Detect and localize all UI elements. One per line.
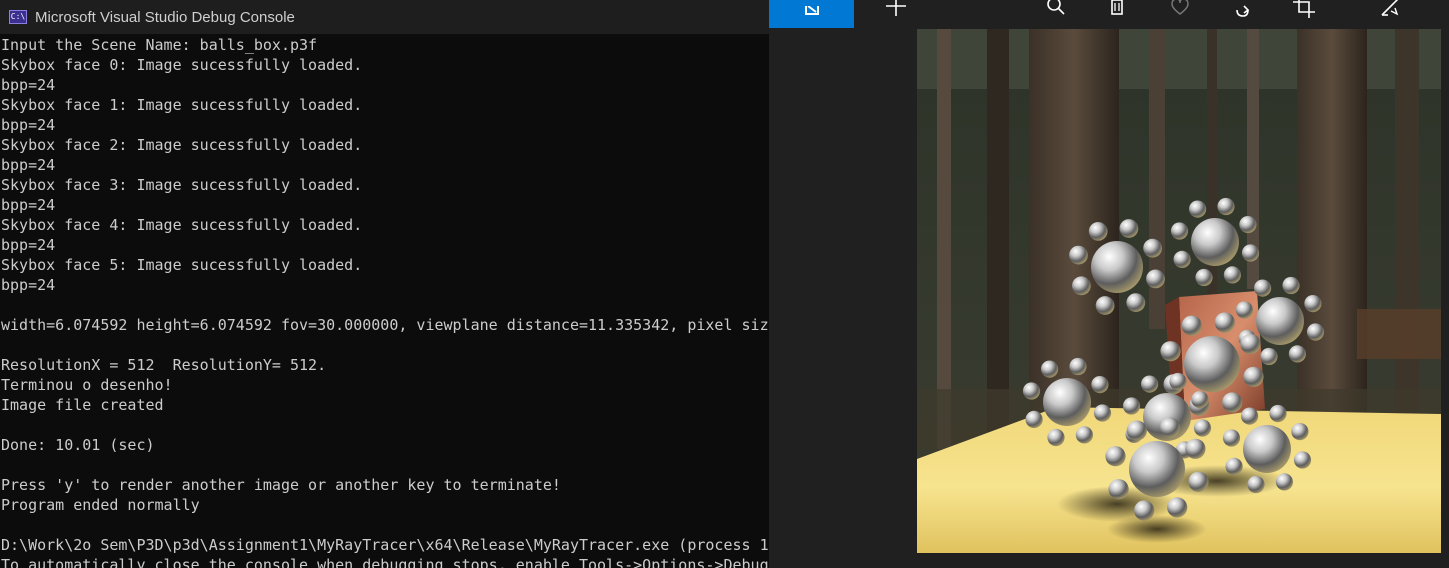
console-line: ResolutionX = 512 ResolutionY= 512. <box>1 356 327 374</box>
console-line: Terminou o desenho! <box>1 376 173 394</box>
photo-viewer-window[interactable] <box>769 0 1449 568</box>
viewer-toolbar <box>769 0 1449 28</box>
console-line: Skybox face 1: Image sucessfully loaded. <box>1 96 363 114</box>
console-line: Image file created <box>1 396 164 414</box>
edit-button[interactable] <box>1375 0 1405 22</box>
window-title: Microsoft Visual Studio Debug Console <box>35 8 295 26</box>
debug-console-window[interactable]: C:\ Microsoft Visual Studio Debug Consol… <box>0 0 769 568</box>
zoom-button[interactable] <box>1041 0 1071 22</box>
console-line: bpp=24 <box>1 76 56 94</box>
desktop: C:\ Microsoft Visual Studio Debug Consol… <box>0 0 1449 568</box>
console-line: bpp=24 <box>1 116 56 134</box>
favorite-button[interactable] <box>1165 0 1195 22</box>
console-line: bpp=24 <box>1 196 56 214</box>
console-line: Done: 10.01 (sec) <box>1 436 155 454</box>
console-titlebar[interactable]: C:\ Microsoft Visual Studio Debug Consol… <box>0 0 769 34</box>
console-line: Skybox face 5: Image sucessfully loaded. <box>1 256 363 274</box>
crop-icon <box>1293 0 1315 18</box>
console-output[interactable]: Input the Scene Name: balls_box.p3f Skybo… <box>0 35 769 568</box>
zoom-icon <box>1045 0 1067 18</box>
console-app-icon: C:\ <box>9 10 27 24</box>
console-line: Skybox face 2: Image sucessfully loaded. <box>1 136 363 154</box>
add-icon <box>885 0 907 18</box>
crop-button[interactable] <box>1289 0 1319 22</box>
rotate-icon <box>1231 0 1253 18</box>
console-line: bpp=24 <box>1 276 56 294</box>
console-line: Skybox face 0: Image sucessfully loaded. <box>1 56 363 74</box>
delete-button[interactable] <box>1102 0 1132 22</box>
delete-icon <box>1106 0 1128 18</box>
console-line: To automatically close the console when … <box>1 556 769 568</box>
console-line: Skybox face 4: Image sucessfully loaded. <box>1 216 363 234</box>
console-line: D:\Work\2o Sem\P3D\p3d\Assignment1\MyRay… <box>1 536 769 554</box>
image-tab-button[interactable] <box>769 0 854 28</box>
console-line: bpp=24 <box>1 156 56 174</box>
console-line: Input the Scene Name: balls_box.p3f <box>1 36 318 54</box>
rotate-button[interactable] <box>1227 0 1257 22</box>
edit-icon <box>1379 0 1401 18</box>
image-tab-icon <box>802 6 822 22</box>
favorite-icon <box>1169 0 1191 18</box>
console-line: width=6.074592 height=6.074592 fov=30.00… <box>1 316 769 334</box>
rendered-image[interactable] <box>917 29 1441 553</box>
add-button[interactable] <box>881 0 911 22</box>
console-line: Press 'y' to render another image or ano… <box>1 476 561 494</box>
console-line: bpp=24 <box>1 236 56 254</box>
console-line: Skybox face 3: Image sucessfully loaded. <box>1 176 363 194</box>
console-line: Program ended normally <box>1 496 200 514</box>
